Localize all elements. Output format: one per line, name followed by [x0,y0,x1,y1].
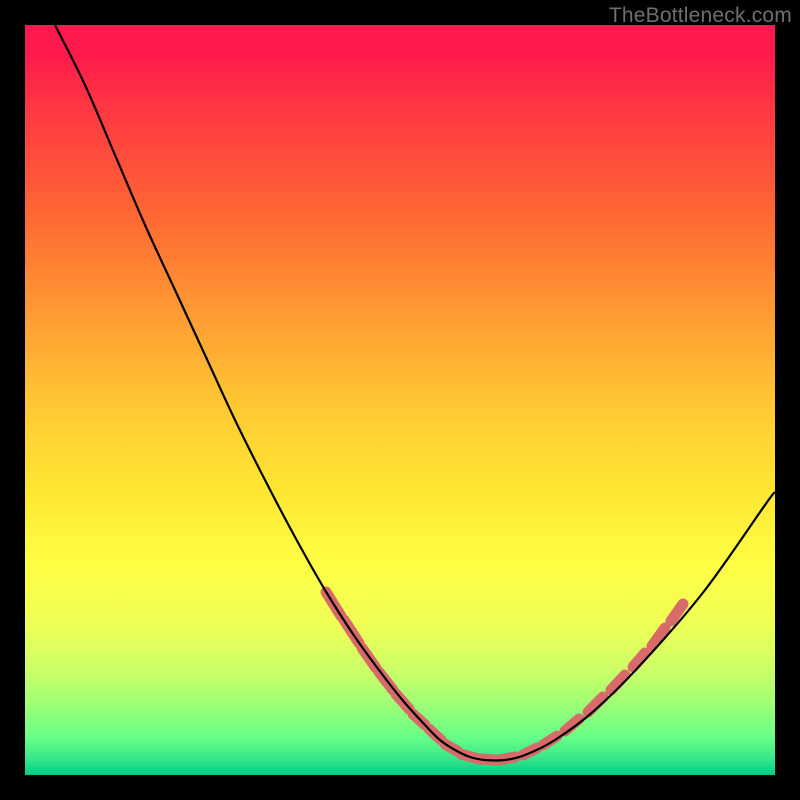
chart-frame: TheBottleneck.com [0,0,800,800]
curve-line [55,25,775,761]
chart-svg [25,25,775,775]
highlight-dash [652,628,665,646]
plot-area [25,25,775,775]
